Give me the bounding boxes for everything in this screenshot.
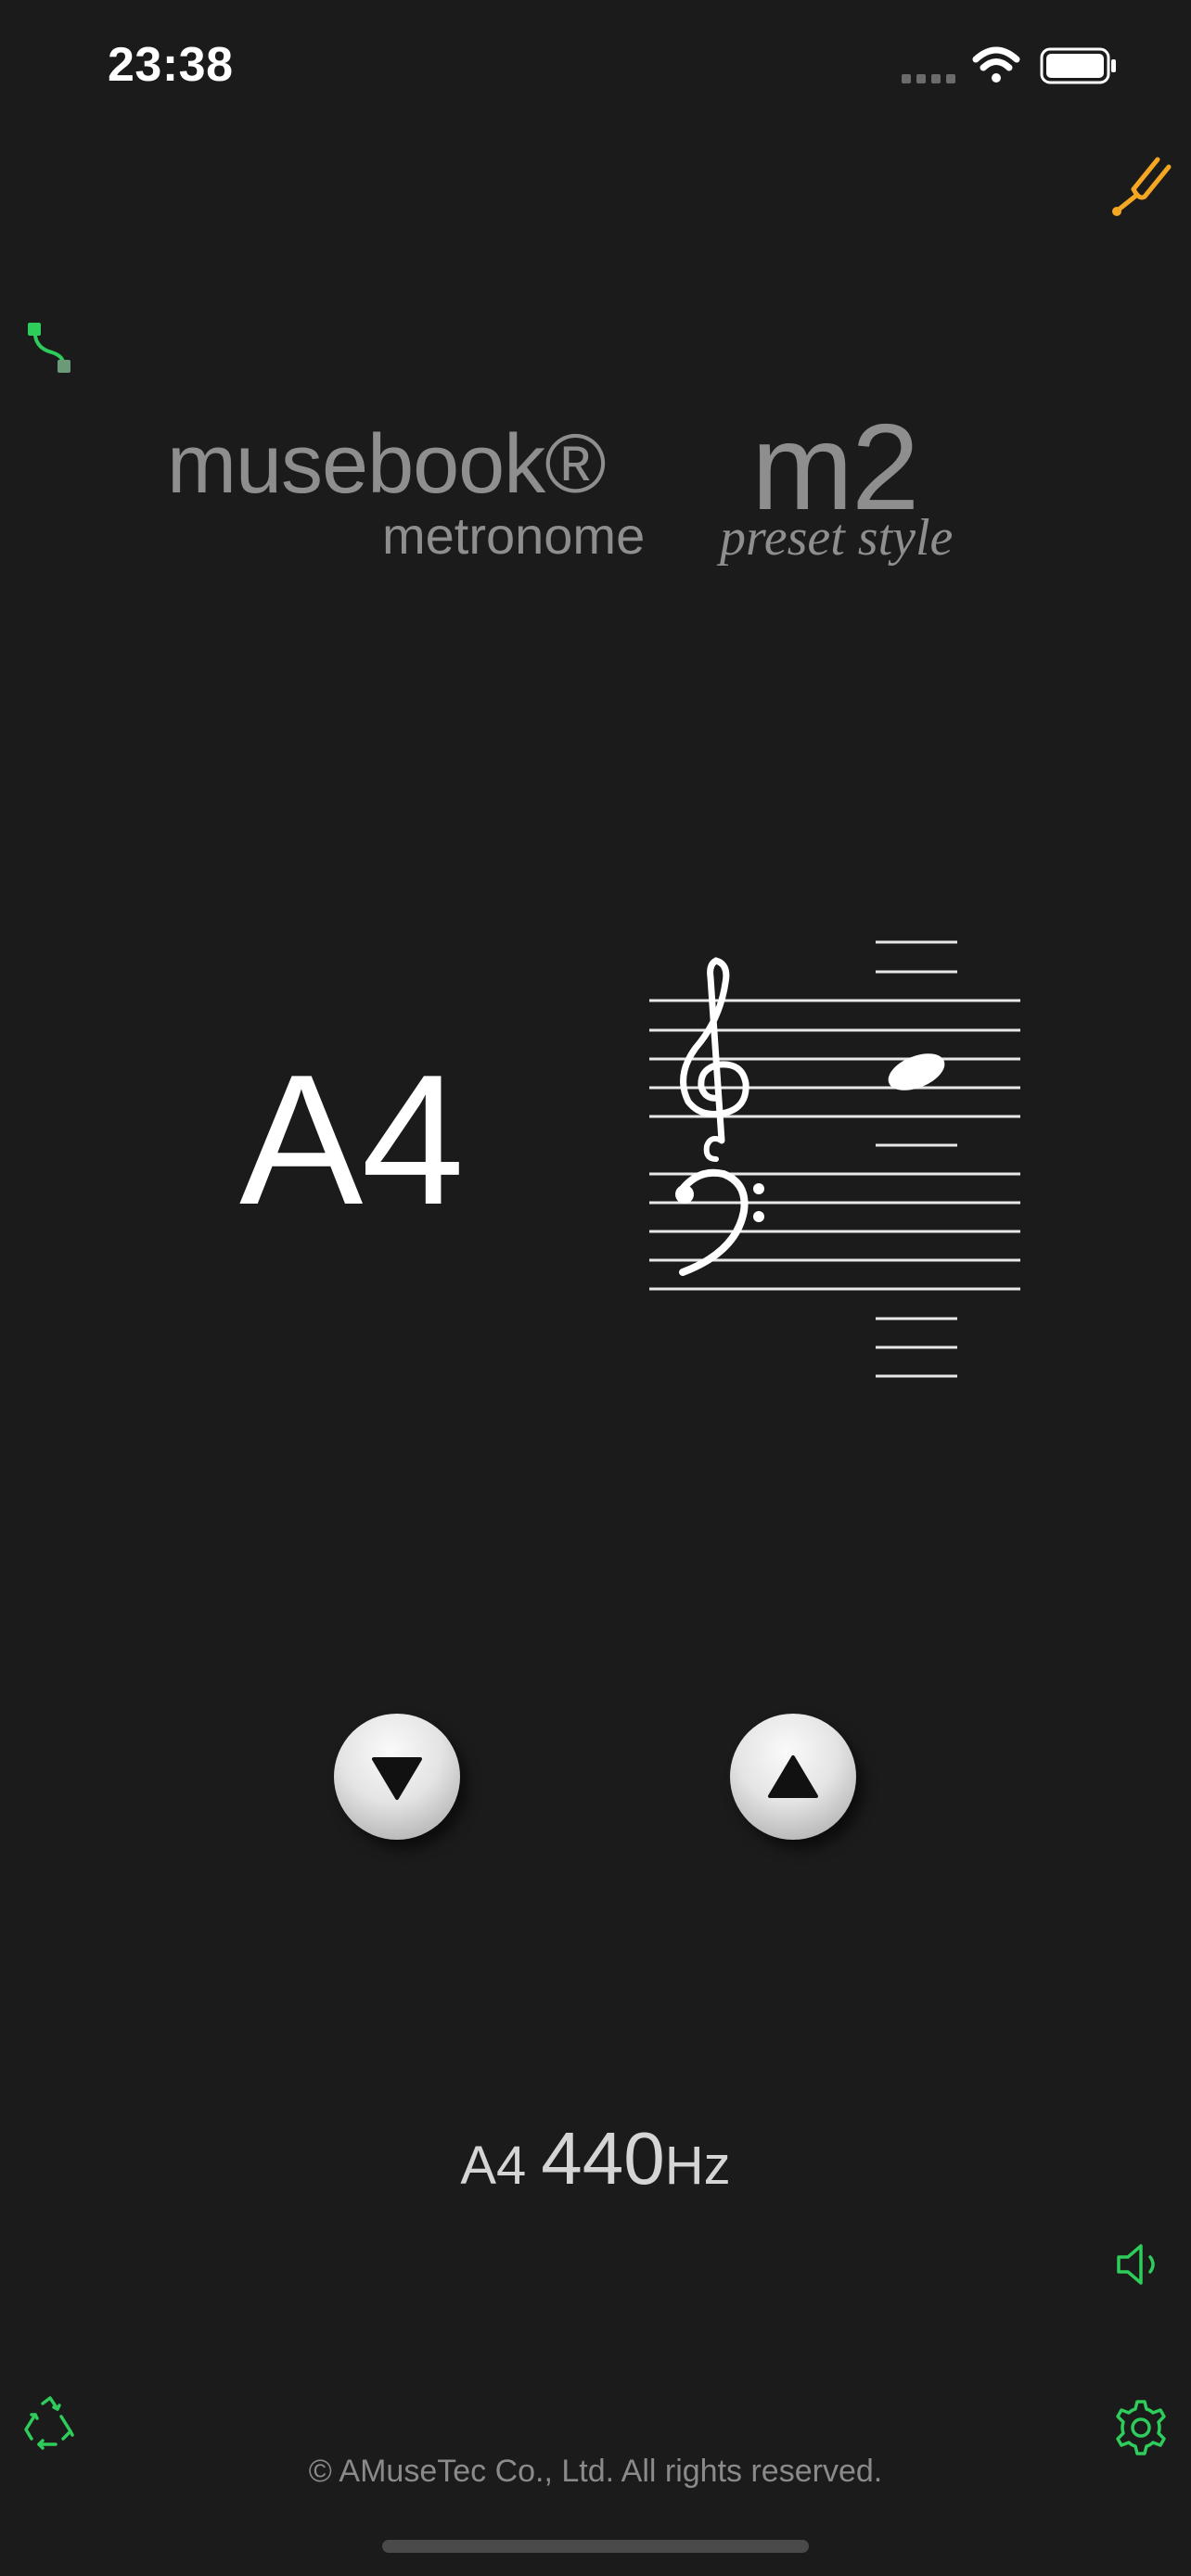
route-icon[interactable] xyxy=(20,313,83,380)
battery-icon xyxy=(1040,47,1116,84)
note-head xyxy=(888,1053,945,1090)
recycle-icon[interactable] xyxy=(19,2392,82,2455)
pitch-down-button[interactable] xyxy=(334,1714,460,1840)
brand-product: metronome xyxy=(382,506,646,565)
copyright-text: © AMuseTec Co., Ltd. All rights reserved… xyxy=(308,2454,883,2489)
wifi-icon xyxy=(972,46,1020,83)
gear-icon[interactable] xyxy=(1109,2396,1172,2459)
reference-unit: Hz xyxy=(664,2136,731,2196)
note-name: A4 xyxy=(239,1037,465,1243)
status-time: 23:38 xyxy=(108,38,234,92)
reference-note: A4 xyxy=(460,2136,527,2196)
home-indicator[interactable] xyxy=(382,2540,809,2553)
triangle-up-icon xyxy=(768,1755,818,1798)
bass-clef-icon xyxy=(675,1168,764,1276)
tuning-fork-icon[interactable] xyxy=(1106,147,1176,217)
speaker-icon[interactable] xyxy=(1109,2235,1169,2294)
brand-name: musebook® xyxy=(167,418,607,511)
signal-icon xyxy=(902,74,955,83)
grand-staff xyxy=(649,940,1020,1378)
style-label: preset style xyxy=(720,509,954,567)
reference-value: 440 xyxy=(541,2117,665,2200)
reference-pitch[interactable]: A4 440Hz xyxy=(0,2122,1191,2196)
status-icons xyxy=(902,46,1116,84)
triangle-down-icon xyxy=(372,1757,422,1800)
pitch-up-button[interactable] xyxy=(730,1714,856,1840)
